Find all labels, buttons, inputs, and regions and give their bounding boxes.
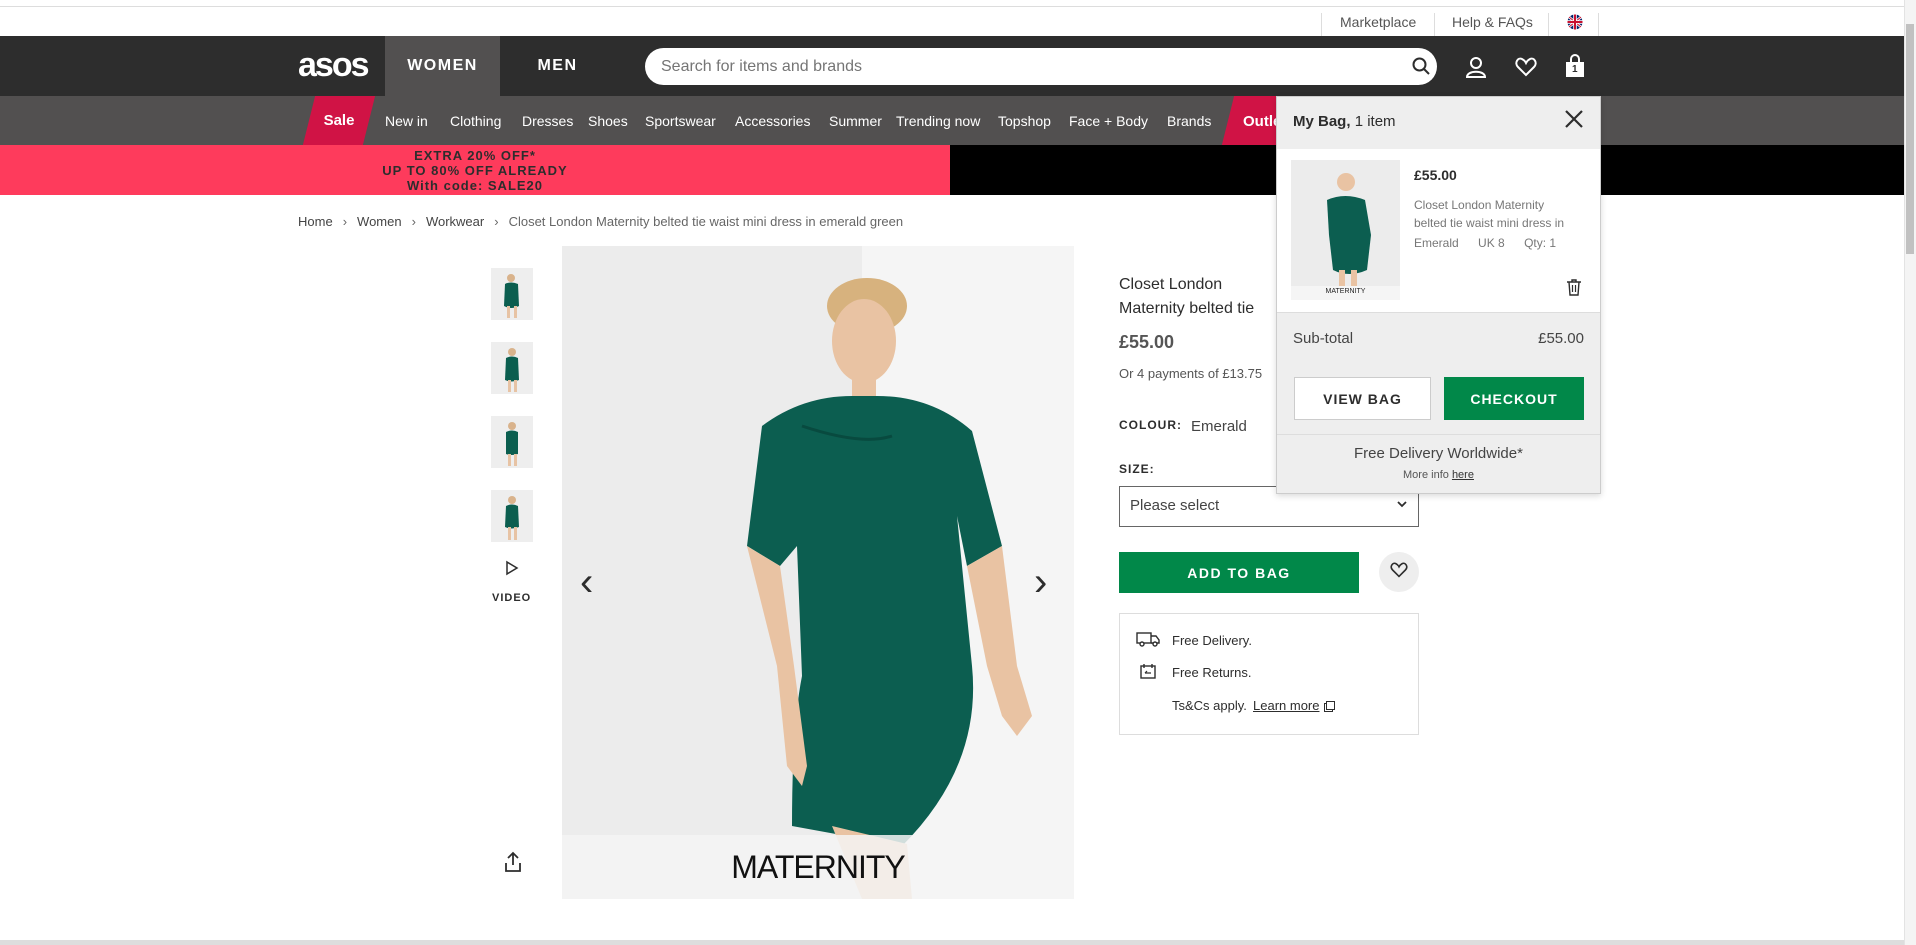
nav-clothing[interactable]: Clothing (450, 113, 501, 129)
help-faqs-link[interactable]: Help & FAQs (1452, 14, 1533, 30)
product-main-image (562, 246, 1074, 899)
bag-item-attributes: Emerald UK 8 Qty: 1 (1414, 236, 1556, 250)
nav-trending-now[interactable]: Trending now (896, 113, 980, 129)
marketplace-link[interactable]: Marketplace (1340, 14, 1416, 30)
nav-dresses[interactable]: Dresses (522, 113, 573, 129)
previous-image-arrow-icon[interactable]: ‹ (580, 560, 593, 605)
nav-summer[interactable]: Summer (829, 113, 882, 129)
free-returns-text: Free Returns. (1172, 665, 1252, 680)
breadcrumb-workwear[interactable]: Workwear (426, 214, 484, 229)
gallery-thumbnail[interactable] (491, 342, 533, 394)
bag-item-colour: Emerald (1414, 236, 1459, 250)
breadcrumb-current: Closet London Maternity belted tie waist… (508, 214, 904, 229)
free-delivery-worldwide: Free Delivery Worldwide* (1354, 445, 1523, 462)
breadcrumb: Home › Women › Workwear › Closet London Matern… (298, 214, 903, 229)
bag-item-count: 1 item (1354, 113, 1396, 130)
nav-new-in[interactable]: New in (385, 113, 428, 129)
bag-item-size: UK 8 (1478, 236, 1505, 250)
delivery-info-box (1119, 613, 1419, 735)
share-icon[interactable] (503, 851, 523, 878)
trash-icon[interactable] (1566, 278, 1582, 301)
tab-women[interactable]: WOMEN (385, 36, 500, 96)
subtotal-label: Sub-total (1293, 330, 1354, 347)
bag-count: 1 (1572, 64, 1578, 75)
add-to-bag-button[interactable]: ADD TO BAG (1119, 552, 1359, 593)
account-icon[interactable] (1465, 56, 1487, 83)
breadcrumb-women[interactable]: Women (357, 214, 402, 229)
promo-line-3: With code: SALE20 (406, 178, 544, 193)
asos-product-page: Marketplace Help & FAQs asos WOMEN MEN 1… (0, 0, 1916, 945)
returns-icon (1140, 663, 1156, 684)
nav-brands[interactable]: Brands (1167, 113, 1211, 129)
gallery-thumbnail[interactable] (491, 490, 533, 542)
colour-value: Emerald (1191, 418, 1247, 435)
gallery-thumbnail[interactable] (491, 416, 533, 468)
bag-item-price: £55.00 (1414, 167, 1457, 183)
bag-footer (1277, 434, 1600, 493)
delivery-truck-icon (1136, 631, 1160, 652)
gallery-thumbnail[interactable] (491, 268, 533, 320)
installments-text: Or 4 payments of £13.75 (1119, 366, 1263, 381)
nav-shoes[interactable]: Shoes (588, 113, 628, 129)
promo-line-1: EXTRA 20% OFF* (414, 148, 536, 163)
heart-icon (1390, 561, 1408, 583)
colour-label: COLOUR: (1119, 418, 1182, 432)
search-input[interactable] (661, 57, 1391, 76)
utility-bar: Marketplace Help & FAQs (0, 6, 1904, 41)
bag-item-qty: Qty: 1 (1524, 236, 1557, 250)
bag-item-name[interactable]: Closet London Maternity belted tie waist… (1414, 196, 1579, 232)
bottom-edge (0, 940, 1904, 945)
checkout-button[interactable]: CHECKOUT (1444, 377, 1584, 420)
saved-items-heart-icon[interactable] (1515, 57, 1537, 82)
view-bag-button[interactable]: VIEW BAG (1294, 377, 1431, 420)
nav-accessories[interactable]: Accessories (735, 113, 810, 129)
breadcrumb-separator: › (411, 214, 416, 229)
nav-face-body[interactable]: Face + Body (1069, 113, 1148, 129)
more-info-text: More info here (1277, 469, 1600, 481)
asos-logo[interactable]: asos (298, 46, 369, 85)
product-title: Closet London Maternity belted tie waist… (1119, 276, 1255, 317)
bag-item-image[interactable]: MATERNITY (1291, 160, 1400, 300)
search-icon[interactable] (1412, 57, 1430, 80)
external-link-icon (1324, 699, 1335, 717)
chevron-down-icon (1396, 497, 1408, 516)
breadcrumb-separator: › (342, 214, 348, 229)
mini-bag-title: My Bag, 1 item (1293, 113, 1396, 130)
maternity-label: MATERNITY (562, 835, 1074, 899)
nav-sale[interactable]: Sale (309, 96, 369, 145)
size-select-value: Please select (1130, 497, 1220, 514)
more-info-here-link[interactable]: here (1452, 469, 1474, 481)
product-price: £55.00 (1119, 332, 1175, 352)
next-image-arrow-icon[interactable]: › (1034, 560, 1047, 605)
tab-men[interactable]: MEN (510, 36, 605, 96)
breadcrumb-separator: › (494, 214, 499, 229)
uk-flag-icon[interactable] (1567, 14, 1583, 35)
subtotal-value: £55.00 (1538, 330, 1584, 347)
bag-thumb-label: MATERNITY (1325, 288, 1366, 295)
video-label[interactable]: VIDEO (492, 592, 531, 604)
play-video-icon[interactable] (504, 560, 520, 581)
close-icon[interactable] (1564, 108, 1584, 136)
promo-line-2: UP TO 80% OFF ALREADY (382, 163, 568, 178)
promo-banner-sale[interactable]: EXTRA 20% OFF* UP TO 80% OFF ALREADY Wit… (0, 145, 950, 195)
bag-title-text: My Bag, (1293, 113, 1351, 130)
nav-sportswear[interactable]: Sportswear (645, 113, 716, 129)
breadcrumb-home[interactable]: Home (298, 214, 333, 229)
scrollbar-thumb[interactable] (1906, 24, 1914, 254)
more-info-label: More info (1403, 469, 1449, 481)
learn-more-link[interactable]: Learn more (1253, 698, 1319, 713)
tcs-text: Ts&Cs apply. (1172, 698, 1247, 713)
save-for-later-button[interactable] (1379, 552, 1419, 592)
search-bar (645, 48, 1437, 85)
nav-topshop[interactable]: Topshop (998, 113, 1051, 129)
size-label: SIZE: (1119, 462, 1155, 476)
free-delivery-text: Free Delivery. (1172, 633, 1252, 648)
